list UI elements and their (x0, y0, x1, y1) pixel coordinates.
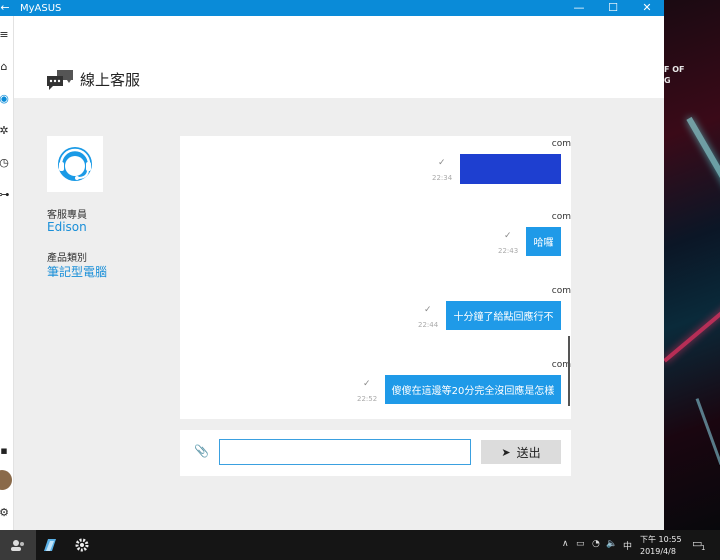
read-check-icon: ✓ (504, 231, 512, 241)
message-input[interactable] (219, 439, 471, 465)
chat-history[interactable]: com ✓ 22:34 com 哈囉 ✓ 22:43 com 十分鐘了給點回應行… (180, 136, 571, 419)
message-time: 22:43 (498, 247, 519, 255)
chat-scrollbar[interactable] (568, 336, 570, 406)
desktop-wallpaper: F OF G (664, 0, 720, 530)
ime-indicator[interactable]: 中 (623, 539, 632, 552)
wallpaper-light-streak (664, 301, 720, 363)
feedback-icon[interactable]: ▪ (0, 444, 11, 458)
attach-icon[interactable]: 📎 (194, 444, 209, 458)
message-bubble: 哈囉 (526, 227, 561, 256)
message-sender: com (551, 360, 571, 370)
message-sender: com (551, 286, 571, 296)
gear-icon[interactable]: ⚙ (0, 506, 11, 520)
wallpaper-text: F OF G (664, 65, 685, 85)
message-sender: com (551, 212, 571, 222)
people-icon[interactable] (8, 535, 28, 555)
tray-chevron-icon[interactable]: ∧ (562, 539, 569, 549)
support-content: 客服專員 Edison 產品類別 筆記型電腦 com ✓ 22:34 com 哈… (14, 98, 664, 530)
menu-icon[interactable]: ≡ (0, 28, 11, 42)
read-check-icon: ✓ (363, 379, 371, 389)
message-bubble: 傻傻在這邊等20分完全沒回應是怎樣 (385, 375, 561, 404)
send-arrow-icon: ➤ (501, 445, 511, 459)
product-category: 筆記型電腦 (47, 265, 108, 279)
diagnostics-icon[interactable]: ◷ (0, 156, 11, 170)
title-bar: ← MyASUS — ☐ ✕ (0, 0, 664, 16)
agent-role-label: 客服專員 (47, 210, 87, 221)
user-avatar[interactable] (0, 470, 12, 490)
read-check-icon: ✓ (424, 305, 432, 315)
minimize-button[interactable]: — (562, 0, 596, 16)
wallpaper-light-streak (686, 116, 720, 190)
message-time: 22:52 (357, 395, 378, 403)
message-composer: 📎 ➤ 送出 (180, 430, 571, 476)
clock-time: 下午 10:55 (640, 535, 682, 544)
connection-icon[interactable]: ⊶ (0, 188, 11, 202)
read-check-icon: ✓ (438, 158, 446, 168)
message-time: 22:44 (418, 321, 439, 329)
wifi-icon[interactable]: ◔ (592, 539, 600, 549)
volume-icon[interactable]: 🔈 (606, 539, 617, 549)
support-icon[interactable]: ◉ (0, 92, 11, 106)
message-bubble: 十分鐘了給點回應行不 (446, 301, 561, 330)
chat-bubbles-icon (47, 70, 73, 90)
send-button[interactable]: ➤ 送出 (481, 440, 561, 464)
agent-name: Edison (47, 220, 87, 234)
clock-date: 2019/4/8 (640, 547, 676, 556)
message-sender: com (551, 139, 571, 149)
wallpaper-light-streak (695, 398, 720, 465)
send-button-label: 送出 (516, 445, 541, 460)
window-title: MyASUS (20, 2, 62, 14)
settings-gear-icon[interactable] (72, 535, 92, 555)
settings-icon[interactable]: ✲ (0, 124, 11, 138)
back-icon[interactable]: ← (0, 0, 10, 16)
agent-headset-avatar (47, 136, 103, 192)
maximize-button[interactable]: ☐ (596, 0, 630, 16)
notification-count: 1 (701, 544, 706, 552)
home-icon[interactable]: ⌂ (0, 60, 11, 74)
file-manager-icon[interactable] (40, 535, 60, 555)
battery-icon[interactable]: ▭ (576, 539, 585, 549)
page-title: 線上客服 (80, 71, 141, 89)
page-header: 線上客服 (14, 16, 664, 98)
system-clock[interactable]: 下午 10:55 2019/4/8 (640, 534, 682, 558)
product-category-label: 產品類別 (47, 253, 87, 264)
left-navigation: ≡ ⌂ ◉ ✲ ◷ ⊶ ▪ ⚙ (0, 16, 14, 530)
redacted-message-bubble (460, 154, 561, 184)
taskbar: ∧ ▭ ◔ 🔈 中 下午 10:55 2019/4/8 ▭ 1 (0, 530, 720, 560)
close-button[interactable]: ✕ (630, 0, 664, 16)
myasus-window: ← MyASUS — ☐ ✕ ≡ ⌂ ◉ ✲ ◷ ⊶ ▪ ⚙ 線上客服 客服專員… (0, 0, 664, 530)
message-time: 22:34 (432, 174, 453, 182)
